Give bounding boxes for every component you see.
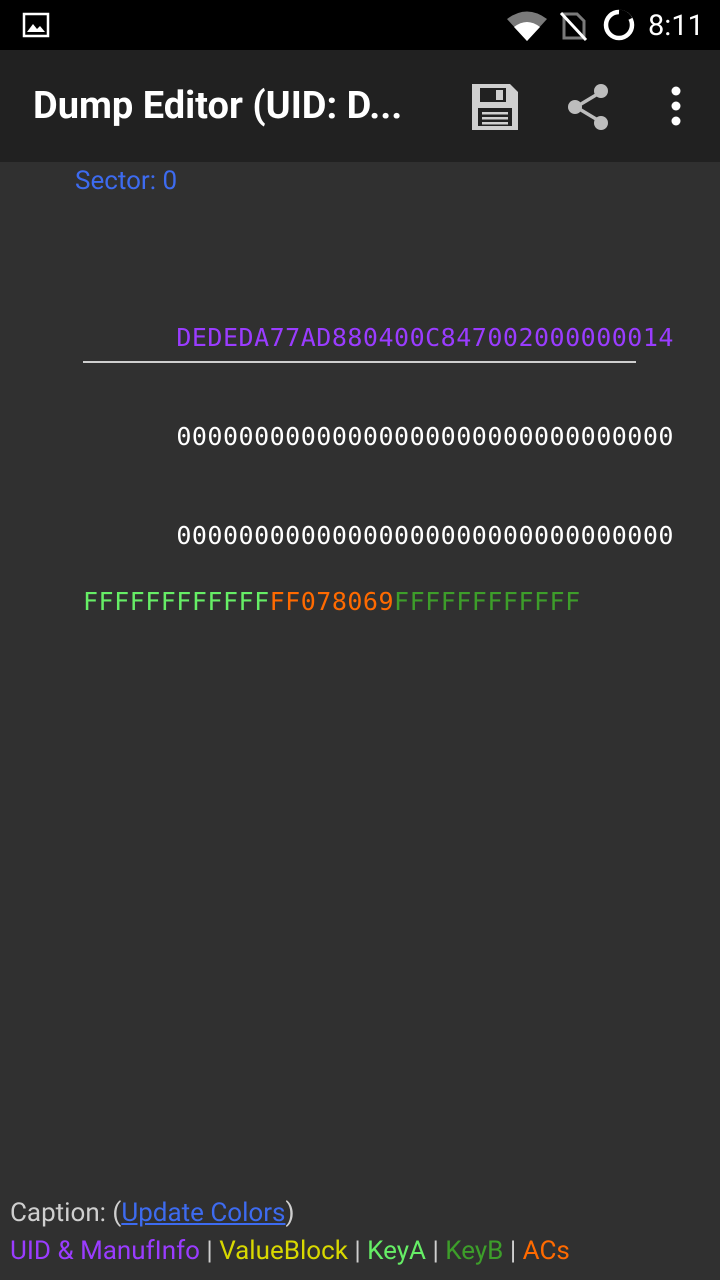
block-row-3[interactable]: FFFFFFFFFFFFFF078069FFFFFFFFFFFF — [83, 585, 674, 618]
key-b-bytes: FFFFFFFFFFFF — [394, 587, 581, 616]
block-row-0[interactable]: DEDEDA77AD880400C847002000000014 — [83, 288, 674, 352]
no-sim-icon — [559, 11, 588, 42]
gallery-notification-icon — [22, 12, 50, 38]
legend-separator: | — [347, 1236, 368, 1266]
key-a-bytes: FFFFFFFFFFFF — [83, 587, 270, 616]
legend-acs: ACs — [522, 1236, 570, 1266]
legend-key-b: KeyB — [445, 1236, 504, 1266]
dump-content: Sector: 0 DEDEDA77AD880400C8470020000000… — [0, 162, 720, 1162]
legend-separator: | — [426, 1236, 446, 1266]
status-bar: 8:11 — [0, 0, 720, 50]
legend-separator: | — [199, 1236, 220, 1266]
save-icon[interactable] — [468, 80, 522, 134]
legend-value-block: ValueBlock — [219, 1236, 348, 1266]
legend-key-a: KeyA — [367, 1236, 427, 1266]
legend-uid: UID & ManufInfo — [10, 1236, 200, 1266]
update-colors-link[interactable]: Update Colors — [121, 1198, 285, 1228]
more-vert-icon[interactable] — [656, 80, 696, 134]
legend-separator: | — [503, 1236, 523, 1266]
block-row-2[interactable]: 00000000000000000000000000000000 — [83, 486, 674, 550]
caption-line: Caption: (Update Colors) — [10, 1198, 295, 1228]
caption-suffix: ) — [285, 1198, 295, 1228]
sector-label: Sector: 0 — [75, 166, 178, 196]
app-bar: Dump Editor (UID: D... — [0, 50, 720, 162]
block-row-1[interactable]: 00000000000000000000000000000000 — [83, 387, 674, 451]
color-legend: UID & ManufInfo | ValueBlock | KeyA | Ke… — [10, 1236, 570, 1266]
data-bytes: 00000000000000000000000000000000 — [176, 422, 674, 451]
access-conditions-bytes: FF078069 — [269, 587, 395, 616]
uid-manuf-bytes: DEDEDA77AD880400C847002000000014 — [176, 323, 674, 352]
battery-loading-icon — [603, 9, 635, 41]
edit-field-underline — [83, 361, 636, 363]
caption-prefix: Caption: ( — [10, 1198, 122, 1228]
app-title: Dump Editor (UID: D... — [33, 84, 403, 128]
share-icon[interactable] — [562, 80, 616, 134]
data-bytes: 00000000000000000000000000000000 — [176, 521, 674, 550]
sector-block-editor[interactable]: DEDEDA77AD880400C847002000000014 0000000… — [83, 222, 674, 684]
wifi-icon — [507, 11, 547, 41]
status-clock: 8:11 — [648, 9, 704, 43]
